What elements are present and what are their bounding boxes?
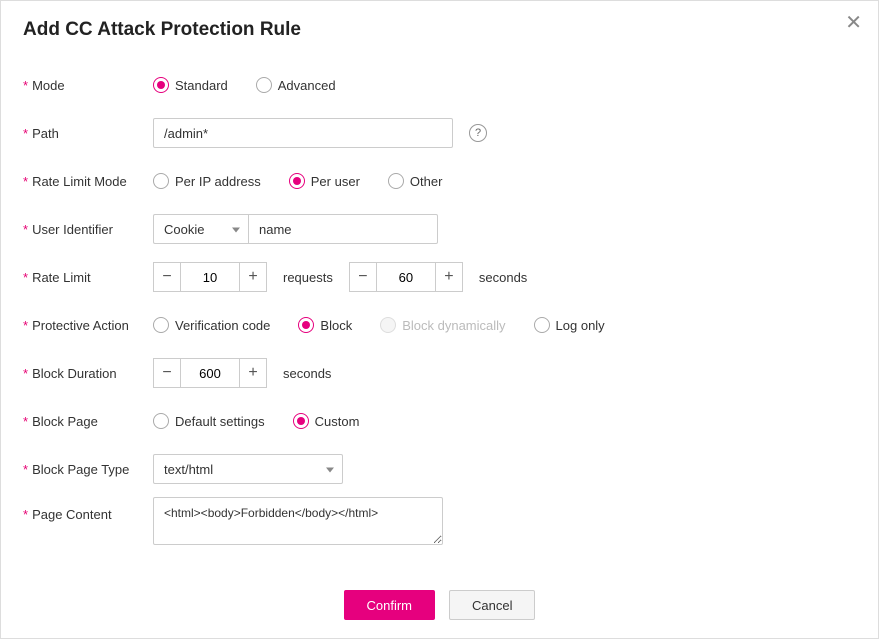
radio-icon xyxy=(534,317,550,333)
block-duration-stepper: − + xyxy=(153,358,267,388)
radio-label: Custom xyxy=(315,414,360,429)
seconds-unit: seconds xyxy=(479,270,527,285)
radio-action-verification-code[interactable]: Verification code xyxy=(153,317,270,333)
radio-label: Standard xyxy=(175,78,228,93)
row-path: *Path ? xyxy=(23,109,856,157)
radio-action-block[interactable]: Block xyxy=(298,317,352,333)
row-block-page-type: *Block Page Type text/html xyxy=(23,445,856,493)
radio-label: Per user xyxy=(311,174,360,189)
radio-icon xyxy=(388,173,404,189)
radio-rlm-other[interactable]: Other xyxy=(388,173,443,189)
radio-mode-advanced[interactable]: Advanced xyxy=(256,77,336,93)
label-rate-limit-mode: *Rate Limit Mode xyxy=(23,174,153,189)
radio-label: Per IP address xyxy=(175,174,261,189)
radio-label: Log only xyxy=(556,318,605,333)
radio-rlm-per-ip[interactable]: Per IP address xyxy=(153,173,261,189)
radio-icon xyxy=(380,317,396,333)
radio-label: Block dynamically xyxy=(402,318,505,333)
label-mode: *Mode xyxy=(23,78,153,93)
radio-label: Default settings xyxy=(175,414,265,429)
label-path: *Path xyxy=(23,126,153,141)
radio-label: Other xyxy=(410,174,443,189)
radio-mode-standard[interactable]: Standard xyxy=(153,77,228,93)
confirm-button[interactable]: Confirm xyxy=(344,590,436,620)
minus-button[interactable]: − xyxy=(349,262,377,292)
radio-icon xyxy=(289,173,305,189)
plus-button[interactable]: + xyxy=(435,262,463,292)
radio-label: Block xyxy=(320,318,352,333)
radio-rlm-per-user[interactable]: Per user xyxy=(289,173,360,189)
form-body: *Mode Standard Advanced *Path ? * xyxy=(1,51,878,574)
label-page-content: *Page Content xyxy=(23,497,153,522)
radio-icon xyxy=(293,413,309,429)
user-identifier-value-input[interactable] xyxy=(248,214,438,244)
chevron-down-icon xyxy=(232,228,240,233)
radio-icon xyxy=(153,77,169,93)
radio-blockpage-custom[interactable]: Custom xyxy=(293,413,360,429)
block-duration-input[interactable] xyxy=(181,358,239,388)
select-value: Cookie xyxy=(164,222,204,237)
radio-action-block-dynamically: Block dynamically xyxy=(380,317,505,333)
row-protective-action: *Protective Action Verification code Blo… xyxy=(23,301,856,349)
requests-input[interactable] xyxy=(181,262,239,292)
radio-icon xyxy=(153,317,169,333)
row-rate-limit-mode: *Rate Limit Mode Per IP address Per user… xyxy=(23,157,856,205)
requests-unit: requests xyxy=(283,270,333,285)
seconds-input[interactable] xyxy=(377,262,435,292)
row-page-content: *Page Content xyxy=(23,493,856,549)
help-icon[interactable]: ? xyxy=(469,124,487,142)
plus-button[interactable]: + xyxy=(239,262,267,292)
radio-icon xyxy=(153,173,169,189)
radio-action-log-only[interactable]: Log only xyxy=(534,317,605,333)
block-page-type-select[interactable]: text/html xyxy=(153,454,343,484)
page-content-textarea[interactable] xyxy=(153,497,443,545)
row-mode: *Mode Standard Advanced xyxy=(23,61,856,109)
radio-label: Verification code xyxy=(175,318,270,333)
label-rate-limit: *Rate Limit xyxy=(23,270,153,285)
plus-button[interactable]: + xyxy=(239,358,267,388)
row-user-identifier: *User Identifier Cookie xyxy=(23,205,856,253)
label-block-duration: *Block Duration xyxy=(23,366,153,381)
row-block-duration: *Block Duration − + seconds xyxy=(23,349,856,397)
cancel-button[interactable]: Cancel xyxy=(449,590,535,620)
label-user-identifier: *User Identifier xyxy=(23,222,153,237)
dialog: ✕ Add CC Attack Protection Rule *Mode St… xyxy=(0,0,879,639)
label-block-page-type: *Block Page Type xyxy=(23,462,153,477)
radio-blockpage-default[interactable]: Default settings xyxy=(153,413,265,429)
radio-icon xyxy=(298,317,314,333)
chevron-down-icon xyxy=(326,468,334,473)
label-protective-action: *Protective Action xyxy=(23,318,153,333)
seconds-stepper: − + xyxy=(349,262,463,292)
user-identifier-type-select[interactable]: Cookie xyxy=(153,214,248,244)
radio-icon xyxy=(153,413,169,429)
dialog-footer: Confirm Cancel xyxy=(1,574,878,638)
close-icon[interactable]: ✕ xyxy=(841,9,866,37)
requests-stepper: − + xyxy=(153,262,267,292)
radio-label: Advanced xyxy=(278,78,336,93)
dialog-title: Add CC Attack Protection Rule xyxy=(1,1,878,51)
path-input[interactable] xyxy=(153,118,453,148)
row-block-page: *Block Page Default settings Custom xyxy=(23,397,856,445)
select-value: text/html xyxy=(164,462,213,477)
radio-icon xyxy=(256,77,272,93)
row-rate-limit: *Rate Limit − + requests − + seconds xyxy=(23,253,856,301)
minus-button[interactable]: − xyxy=(153,262,181,292)
label-block-page: *Block Page xyxy=(23,414,153,429)
block-duration-unit: seconds xyxy=(283,366,331,381)
minus-button[interactable]: − xyxy=(153,358,181,388)
